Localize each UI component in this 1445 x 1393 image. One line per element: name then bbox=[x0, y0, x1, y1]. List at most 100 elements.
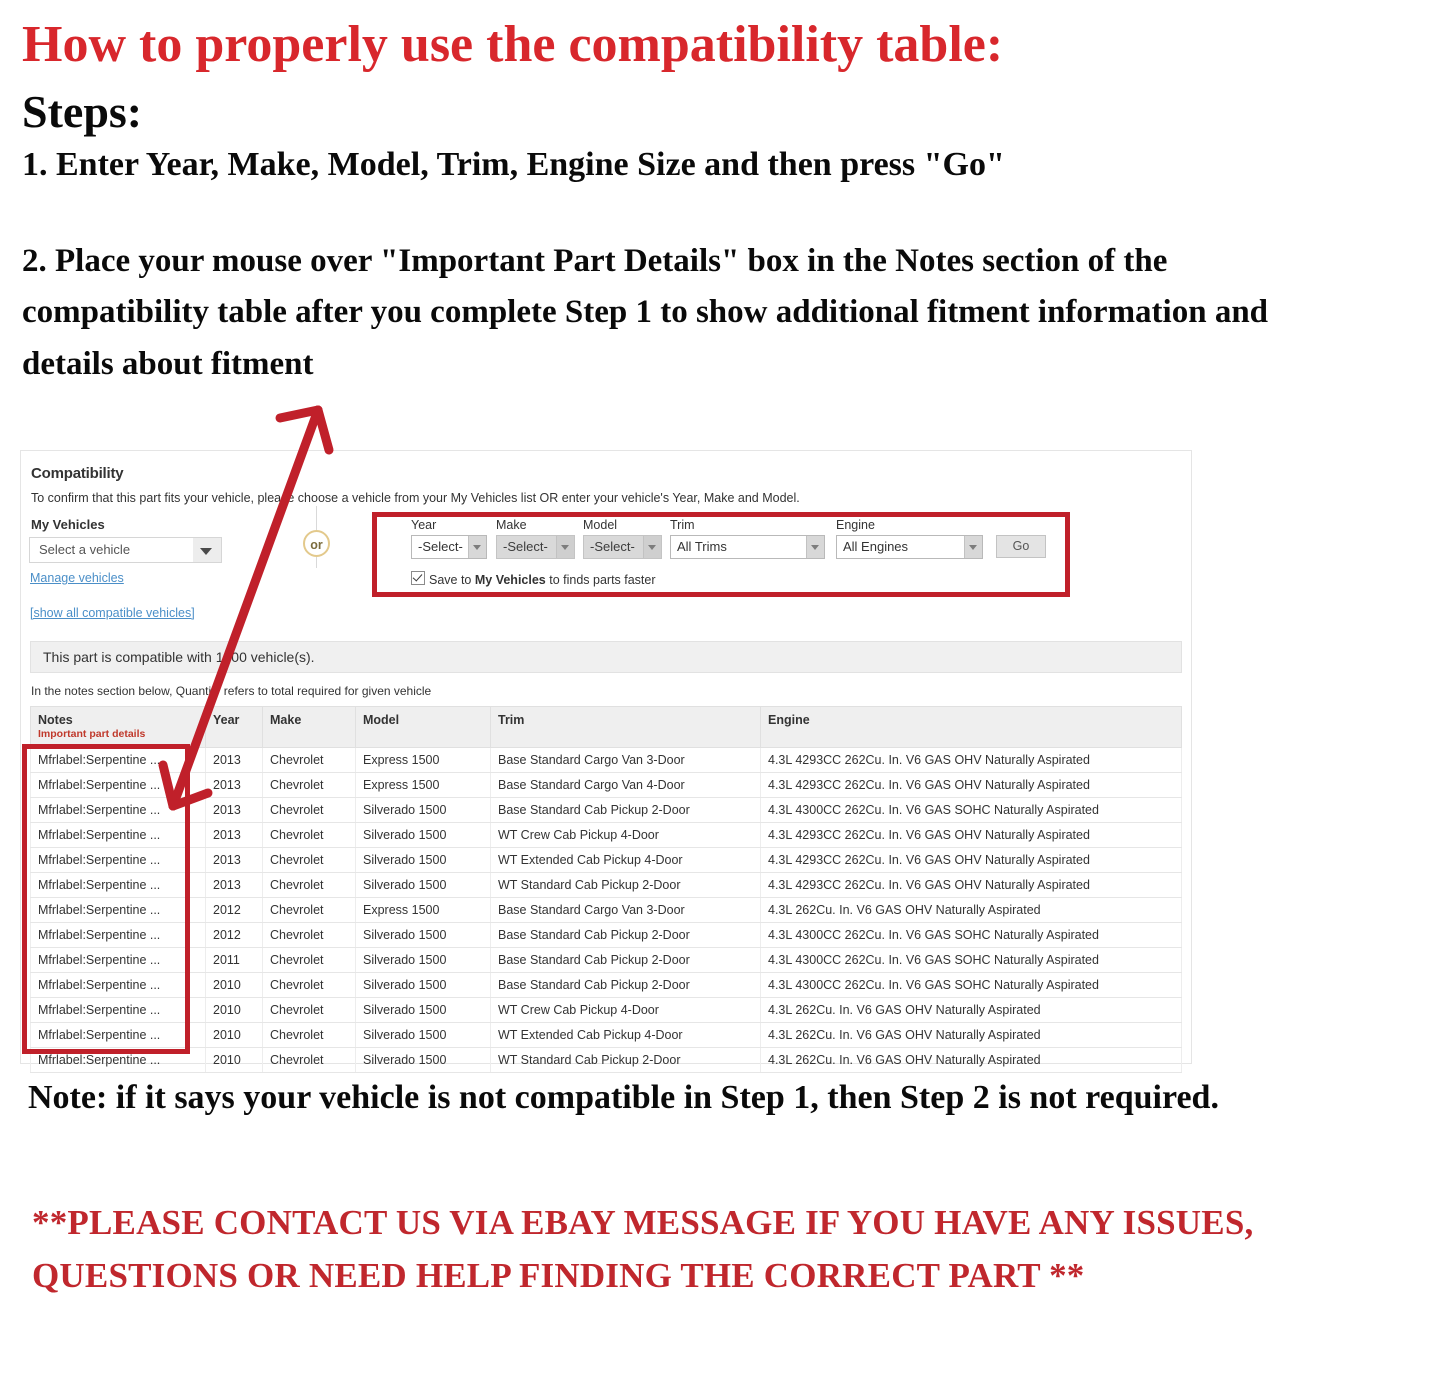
table-cell-model: Silverado 1500 bbox=[355, 872, 491, 898]
table-cell-model: Express 1500 bbox=[355, 747, 491, 773]
trim-label: Trim bbox=[670, 518, 695, 532]
table-row: Mfrlabel:Serpentine ... 2012 Chevrolet Expr… bbox=[30, 897, 1182, 923]
table-cell-make: Chevrolet bbox=[262, 1047, 356, 1073]
year-label: Year bbox=[411, 518, 437, 532]
table-cell-notes: Mfrlabel:Serpentine ... bbox=[30, 897, 206, 923]
model-field: Model -Select- bbox=[583, 518, 662, 559]
column-header-trim: Trim bbox=[490, 706, 761, 748]
table-cell-engine: 4.3L 262Cu. In. V6 GAS OHV Naturally Asp… bbox=[760, 1047, 1182, 1073]
column-header-year: Year bbox=[205, 706, 263, 748]
table-body: Mfrlabel:Serpentine ... 2013 Chevrolet Expr… bbox=[30, 747, 1182, 1073]
table-cell-model: Silverado 1500 bbox=[355, 822, 491, 848]
column-header-make: Make bbox=[262, 706, 356, 748]
trim-select[interactable]: All Trims bbox=[670, 535, 825, 559]
column-header-notes: Notes Important part details bbox=[30, 706, 206, 748]
table-cell-notes: Mfrlabel:Serpentine ... bbox=[30, 997, 206, 1023]
table-cell-engine: 4.3L 4300CC 262Cu. In. V6 GAS SOHC Natur… bbox=[760, 972, 1182, 998]
table-row: Mfrlabel:Serpentine ... 2010 Chevrolet Silv… bbox=[30, 1022, 1182, 1048]
year-arrow-box[interactable] bbox=[468, 536, 486, 558]
manage-vehicles-link[interactable]: Manage vehicles bbox=[30, 571, 124, 585]
table-cell-engine: 4.3L 4300CC 262Cu. In. V6 GAS SOHC Natur… bbox=[760, 797, 1182, 823]
table-cell-notes: Mfrlabel:Serpentine ... bbox=[30, 872, 206, 898]
table-cell-notes: Mfrlabel:Serpentine ... bbox=[30, 822, 206, 848]
show-all-compatible-vehicles-link[interactable]: [show all compatible vehicles] bbox=[30, 606, 195, 620]
save-suffix-text: to finds parts faster bbox=[545, 573, 656, 587]
table-row: Mfrlabel:Serpentine ... 2013 Chevrolet Silv… bbox=[30, 872, 1182, 898]
table-cell-model: Silverado 1500 bbox=[355, 997, 491, 1023]
year-select[interactable]: -Select- bbox=[411, 535, 487, 559]
table-cell-year: 2010 bbox=[205, 972, 263, 998]
make-field: Make -Select- bbox=[496, 518, 575, 559]
save-to-my-vehicles-row[interactable]: Save to My Vehicles to finds parts faste… bbox=[411, 571, 656, 589]
table-cell-trim: WT Standard Cab Pickup 2-Door bbox=[490, 872, 761, 898]
table-cell-trim: Base Standard Cab Pickup 2-Door bbox=[490, 947, 761, 973]
model-value: -Select- bbox=[590, 539, 635, 554]
table-cell-year: 2013 bbox=[205, 747, 263, 773]
table-cell-make: Chevrolet bbox=[262, 1022, 356, 1048]
steps-label: Steps: bbox=[22, 85, 143, 137]
table-row: Mfrlabel:Serpentine ... 2010 Chevrolet Silv… bbox=[30, 1047, 1182, 1073]
table-cell-model: Silverado 1500 bbox=[355, 947, 491, 973]
table-cell-engine: 4.3L 4293CC 262Cu. In. V6 GAS OHV Natura… bbox=[760, 747, 1182, 773]
table-cell-year: 2013 bbox=[205, 797, 263, 823]
table-cell-trim: Base Standard Cargo Van 3-Door bbox=[490, 747, 761, 773]
my-vehicles-caret-box[interactable] bbox=[193, 538, 221, 562]
table-cell-model: Silverado 1500 bbox=[355, 972, 491, 998]
compatibility-panel: Compatibility To confirm that this part … bbox=[20, 450, 1192, 1073]
model-label: Model bbox=[583, 518, 618, 532]
go-button[interactable]: Go bbox=[996, 535, 1046, 558]
engine-select[interactable]: All Engines bbox=[836, 535, 983, 559]
table-cell-notes: Mfrlabel:Serpentine ... bbox=[30, 947, 206, 973]
my-vehicles-label: My Vehicles bbox=[31, 517, 105, 532]
compatibility-heading: Compatibility bbox=[31, 465, 124, 482]
table-cell-model: Silverado 1500 bbox=[355, 1022, 491, 1048]
save-to-my-vehicles-checkbox[interactable] bbox=[411, 571, 425, 585]
table-cell-engine: 4.3L 4300CC 262Cu. In. V6 GAS SOHC Natur… bbox=[760, 947, 1182, 973]
column-header-model: Model bbox=[355, 706, 491, 748]
step-2-text: 2. Place your mouse over "Important Part… bbox=[22, 242, 1269, 382]
table-cell-engine: 4.3L 262Cu. In. V6 GAS OHV Naturally Asp… bbox=[760, 897, 1182, 923]
model-arrow-box[interactable] bbox=[643, 536, 661, 558]
table-cell-year: 2013 bbox=[205, 847, 263, 873]
engine-value: All Engines bbox=[843, 539, 909, 554]
chevron-down-icon bbox=[648, 545, 656, 550]
chevron-down-icon bbox=[561, 545, 569, 550]
save-bold-text: My Vehicles bbox=[474, 573, 546, 587]
table-cell-model: Silverado 1500 bbox=[355, 847, 491, 873]
table-cell-year: 2011 bbox=[205, 947, 263, 973]
table-cell-trim: Base Standard Cargo Van 4-Door bbox=[490, 772, 761, 798]
compatible-count-text: This part is compatible with 1000 vehicl… bbox=[43, 649, 315, 665]
table-cell-notes: Mfrlabel:Serpentine ... bbox=[30, 1022, 206, 1048]
chevron-down-icon bbox=[200, 548, 212, 555]
table-cell-model: Silverado 1500 bbox=[355, 1047, 491, 1073]
engine-field: Engine All Engines bbox=[836, 518, 983, 559]
table-row: Mfrlabel:Serpentine ... 2013 Chevrolet Silv… bbox=[30, 797, 1182, 823]
table-cell-model: Express 1500 bbox=[355, 772, 491, 798]
table-cell-make: Chevrolet bbox=[262, 872, 356, 898]
table-cell-make: Chevrolet bbox=[262, 947, 356, 973]
trim-arrow-box[interactable] bbox=[806, 536, 824, 558]
table-cell-engine: 4.3L 262Cu. In. V6 GAS OHV Naturally Asp… bbox=[760, 997, 1182, 1023]
page-title: How to properly use the compatibility ta… bbox=[22, 16, 1004, 73]
table-cell-trim: Base Standard Cab Pickup 2-Door bbox=[490, 972, 761, 998]
my-vehicles-select[interactable]: Select a vehicle bbox=[29, 537, 222, 563]
table-row: Mfrlabel:Serpentine ... 2011 Chevrolet Silv… bbox=[30, 947, 1182, 973]
trim-value: All Trims bbox=[677, 539, 727, 554]
make-label: Make bbox=[496, 518, 527, 532]
table-cell-year: 2010 bbox=[205, 997, 263, 1023]
table-row: Mfrlabel:Serpentine ... 2010 Chevrolet Silv… bbox=[30, 972, 1182, 998]
table-cell-make: Chevrolet bbox=[262, 772, 356, 798]
table-cell-trim: WT Crew Cab Pickup 4-Door bbox=[490, 822, 761, 848]
table-cell-notes: Mfrlabel:Serpentine ... bbox=[30, 797, 206, 823]
column-header-notes-sub: Important part details bbox=[38, 728, 146, 740]
table-cell-notes: Mfrlabel:Serpentine ... bbox=[30, 922, 206, 948]
model-select[interactable]: -Select- bbox=[583, 535, 662, 559]
save-prefix-text: Save to bbox=[429, 573, 475, 587]
engine-arrow-box[interactable] bbox=[964, 536, 982, 558]
table-cell-year: 2012 bbox=[205, 897, 263, 923]
make-select[interactable]: -Select- bbox=[496, 535, 575, 559]
make-value: -Select- bbox=[503, 539, 548, 554]
table-cell-notes: Mfrlabel:Serpentine ... bbox=[30, 747, 206, 773]
table-cell-notes: Mfrlabel:Serpentine ... bbox=[30, 772, 206, 798]
make-arrow-box[interactable] bbox=[556, 536, 574, 558]
